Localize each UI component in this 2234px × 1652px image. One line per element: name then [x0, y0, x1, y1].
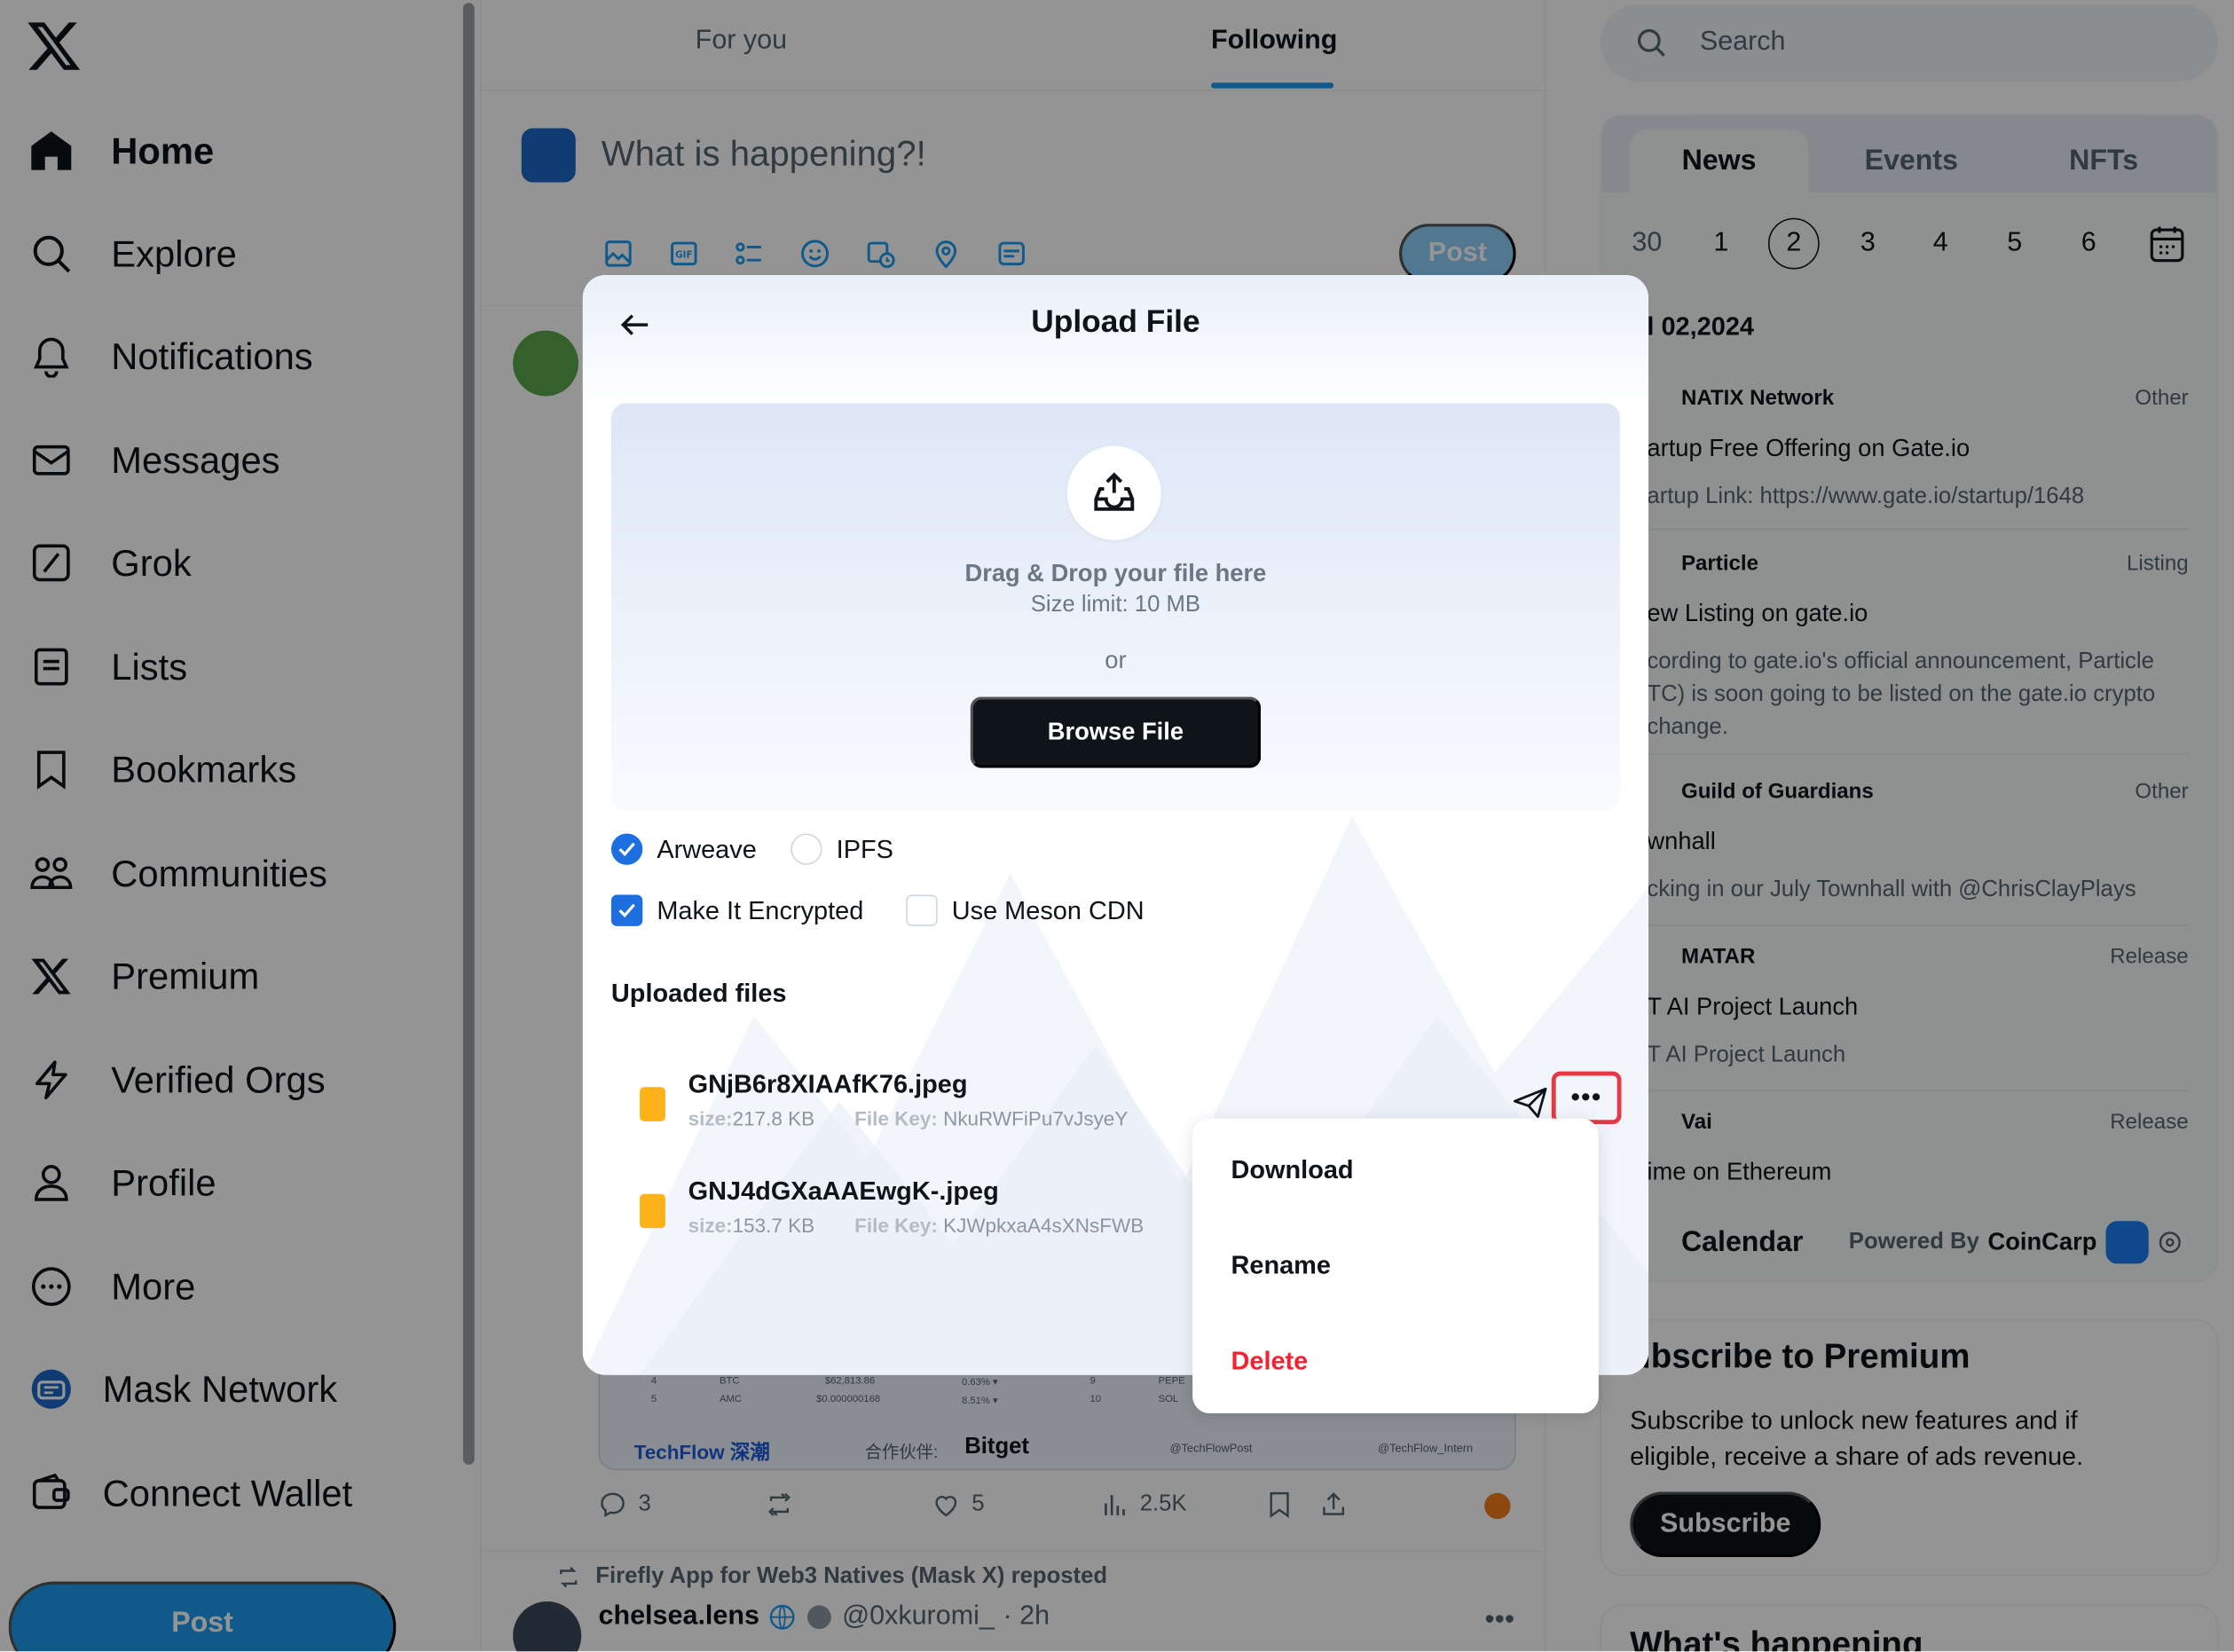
size-limit: Size limit: 10 MB: [1030, 593, 1201, 618]
checkbox-label: Make It Encrypted: [657, 895, 864, 924]
checkbox-unchecked-icon: [906, 894, 938, 926]
upload-icon: [1066, 445, 1161, 540]
file-meta: size:153.7 KB File Key: KJWpkxaA4sXNsFWB: [688, 1214, 1145, 1237]
checkbox-checked-icon: [610, 894, 643, 926]
file-actions-menu: Download Rename Delete: [1192, 1118, 1599, 1414]
uploaded-file-row[interactable]: GNjB6r8XIAAfK76.jpeg size:217.8 KB File K…: [640, 1070, 1209, 1141]
file-icon: [640, 1193, 665, 1229]
radio-arweave[interactable]: Arweave: [610, 833, 757, 865]
radio-checked-icon: [610, 833, 643, 865]
checkbox-encrypted[interactable]: Make It Encrypted: [610, 894, 864, 926]
file-meta: size:217.8 KB File Key: NkuRWFiPu7vJsyeY: [688, 1106, 1129, 1130]
uploaded-files-title: Uploaded files: [610, 979, 787, 1008]
file-icon: [640, 1087, 665, 1121]
file-dropzone[interactable]: Drag & Drop your file here Size limit: 1…: [610, 403, 1620, 811]
uploaded-file-row[interactable]: GNJ4dGXaAAEwgK-.jpeg size:153.7 KB File K…: [640, 1176, 1209, 1247]
page: Home Explore Notifications Messages Grok…: [0, 0, 2234, 1652]
radio-label: IPFS: [836, 834, 893, 863]
modal-title: Upload File: [1031, 303, 1200, 340]
drop-title: Drag & Drop your file here: [964, 560, 1267, 587]
menu-download[interactable]: Download: [1231, 1155, 1353, 1185]
checkbox-meson-cdn[interactable]: Use Meson CDN: [906, 894, 1145, 926]
checkbox-label: Use Meson CDN: [951, 895, 1145, 924]
menu-delete[interactable]: Delete: [1231, 1347, 1308, 1377]
menu-rename[interactable]: Rename: [1231, 1251, 1330, 1281]
file-more-button[interactable]: •••: [1551, 1071, 1622, 1125]
radio-ipfs[interactable]: IPFS: [791, 833, 893, 865]
send-icon[interactable]: [1512, 1084, 1549, 1121]
browse-file-button[interactable]: Browse File: [970, 696, 1262, 768]
radio-unchecked-icon: [791, 833, 822, 865]
radio-label: Arweave: [657, 834, 757, 863]
or-label: or: [1105, 647, 1127, 674]
file-name: GNjB6r8XIAAfK76.jpeg: [688, 1070, 968, 1099]
file-name: GNJ4dGXaAAEwgK-.jpeg: [688, 1176, 999, 1206]
